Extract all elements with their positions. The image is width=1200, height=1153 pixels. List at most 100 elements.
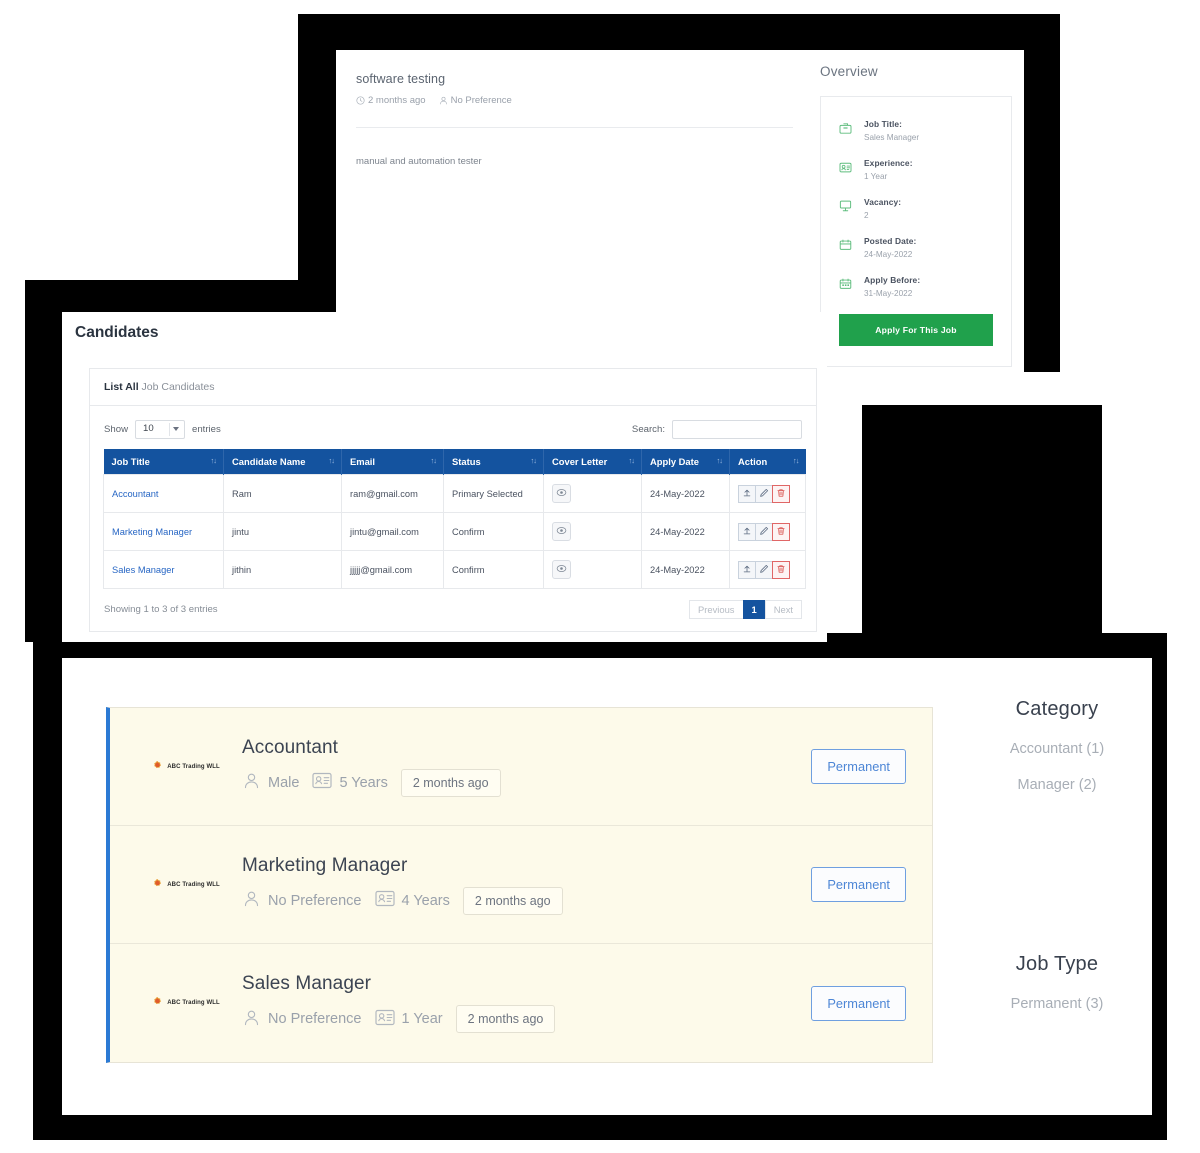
edit-button[interactable] <box>755 560 773 579</box>
job-detail-title: software testing <box>356 72 446 86</box>
column-label: Action <box>738 456 768 467</box>
company-logo-icon <box>152 758 163 776</box>
overview-card: Job Title: Sales Manager Experience: 1 Y… <box>820 96 1012 367</box>
category-filter-manager[interactable]: Manager (2) <box>972 777 1142 793</box>
job-card-title: Accountant <box>242 736 339 758</box>
pagination-page-1[interactable]: 1 <box>742 600 766 619</box>
monitor-icon <box>839 199 852 220</box>
job-filters-sidebar: Category Accountant (1) Manager (2) Job … <box>972 698 1142 1012</box>
overview-row-apply-before: Apply Before: 31-May-2022 <box>839 275 993 298</box>
column-label: Job Title <box>111 456 150 467</box>
entries-per-page-select[interactable]: 10 <box>135 420 185 439</box>
overview-row-experience: Experience: 1 Year <box>839 158 993 181</box>
company-logo-icon <box>152 994 163 1012</box>
cell-candidate-name: Ram <box>223 474 342 513</box>
delete-button[interactable] <box>772 560 790 579</box>
job-posted-ago: 2 months ago <box>356 95 426 106</box>
job-title-link[interactable]: Accountant <box>112 489 159 499</box>
delete-button[interactable] <box>772 522 790 541</box>
job-type-button[interactable]: Permanent <box>811 749 906 784</box>
chevron-down-icon <box>173 427 179 431</box>
job-card-meta: Male 5 Years 2 months ago <box>242 768 811 797</box>
cell-job-title: Marketing Manager <box>103 512 224 551</box>
column-label: Status <box>452 456 481 467</box>
job-gender: Male <box>242 771 299 794</box>
job-card-main: Accountant Male 5 Years 2 months ago <box>242 737 811 797</box>
candidates-card-header: List All Job Candidates <box>90 369 816 406</box>
upload-button[interactable] <box>738 560 756 579</box>
job-list-backdrop-right <box>862 405 1102 645</box>
job-posted-ago-text: 2 months ago <box>368 95 426 106</box>
edit-button[interactable] <box>755 522 773 541</box>
job-experience-text: 4 Years <box>401 892 450 909</box>
column-header-candidate-name[interactable]: Candidate Name ↑↓ <box>223 449 342 475</box>
view-cover-letter-button[interactable] <box>552 522 571 541</box>
apply-for-this-job-button[interactable]: Apply For This Job <box>839 314 993 346</box>
job-detail-description: manual and automation tester <box>356 156 482 167</box>
category-heading: Category <box>1015 698 1099 720</box>
overview-value: Sales Manager <box>864 133 920 142</box>
jobtype-filter-permanent[interactable]: Permanent (3) <box>972 996 1142 1012</box>
job-title-link[interactable]: Sales Manager <box>112 565 175 575</box>
edit-pencil-icon <box>759 564 769 576</box>
show-entries-group: Show 10 entries <box>104 420 221 439</box>
edit-button[interactable] <box>755 484 773 503</box>
sort-icon: ↑↓ <box>430 456 437 465</box>
search-input[interactable] <box>672 420 802 439</box>
table-footer: Showing 1 to 3 of 3 entries Previous 1 N… <box>90 589 816 631</box>
upload-icon <box>742 526 752 538</box>
entries-label: entries <box>192 424 221 435</box>
pagination-previous[interactable]: Previous <box>689 600 744 619</box>
table-row: Marketing Manager jintu jintu@gmail.com Con… <box>103 512 806 551</box>
briefcase-icon <box>839 121 852 142</box>
column-header-status[interactable]: Status ↑↓ <box>443 449 544 475</box>
table-toolbar: Show 10 entries Search: <box>90 406 816 449</box>
job-detail-meta: 2 months ago No Preference <box>356 95 811 106</box>
job-card[interactable]: ABC Trading WLL Accountant Male 5 Years 2 mo… <box>110 708 932 826</box>
upload-button[interactable] <box>738 484 756 503</box>
job-card[interactable]: ABC Trading WLL Sales Manager No Preferenc… <box>110 944 932 1062</box>
upload-button[interactable] <box>738 522 756 541</box>
column-header-apply-date[interactable]: Apply Date ↑↓ <box>641 449 730 475</box>
category-filter-accountant[interactable]: Accountant (1) <box>972 741 1142 757</box>
job-posted-ago: 2 months ago <box>462 886 563 915</box>
job-gender-text: Male <box>268 774 300 791</box>
trash-icon <box>776 526 786 538</box>
view-cover-letter-button[interactable] <box>552 560 571 579</box>
job-cards-container: ABC Trading WLL Accountant Male 5 Years 2 mo… <box>106 707 933 1063</box>
job-type-button[interactable]: Permanent <box>811 867 906 902</box>
column-header-cover-letter[interactable]: Cover Letter ↑↓ <box>543 449 642 475</box>
job-type-button[interactable]: Permanent <box>811 985 906 1021</box>
job-experience: 5 Years <box>312 772 388 793</box>
overview-label: Posted Date: <box>864 236 917 246</box>
pagination-next[interactable]: Next <box>764 600 802 619</box>
overview-value: 2 <box>864 211 869 220</box>
cell-cover-letter <box>543 550 642 589</box>
job-detail-divider <box>356 127 793 128</box>
logo-mark: ABC Trading WLL <box>152 758 220 776</box>
view-cover-letter-button[interactable] <box>552 484 571 503</box>
user-icon <box>242 771 261 794</box>
cell-candidate-name: jithin <box>223 550 342 589</box>
entries-info: Showing 1 to 3 of 3 entries <box>104 604 218 615</box>
job-posted-ago: 2 months ago <box>400 768 501 797</box>
overview-heading: Overview <box>820 64 878 79</box>
overview-row-vacancy: Vacancy: 2 <box>839 197 993 220</box>
job-card[interactable]: ABC Trading WLL Marketing Manager No Prefe… <box>110 826 932 944</box>
table-header-row: Job Title ↑↓ Candidate Name ↑↓ Email ↑↓ <box>103 449 806 475</box>
logo-mark: ABC Trading WLL <box>152 876 220 894</box>
overview-value: 31-May-2022 <box>864 289 913 298</box>
job-list-panel: ABC Trading WLL Accountant Male 5 Years 2 mo… <box>62 658 1152 1115</box>
job-title-link[interactable]: Marketing Manager <box>112 527 192 537</box>
cell-apply-date: 24-May-2022 <box>641 512 730 551</box>
upload-icon <box>742 488 752 500</box>
eye-icon <box>556 487 567 500</box>
overview-row-job-title: Job Title: Sales Manager <box>839 119 993 142</box>
overview-section: Overview Job Title: Sales Manager Experi… <box>820 64 1012 367</box>
column-header-action[interactable]: Action ↑↓ <box>729 449 806 475</box>
column-header-email[interactable]: Email ↑↓ <box>341 449 444 475</box>
column-header-job-title[interactable]: Job Title ↑↓ <box>103 449 224 475</box>
overview-row-content: Job Title: Sales Manager <box>864 119 919 142</box>
delete-button[interactable] <box>772 484 790 503</box>
